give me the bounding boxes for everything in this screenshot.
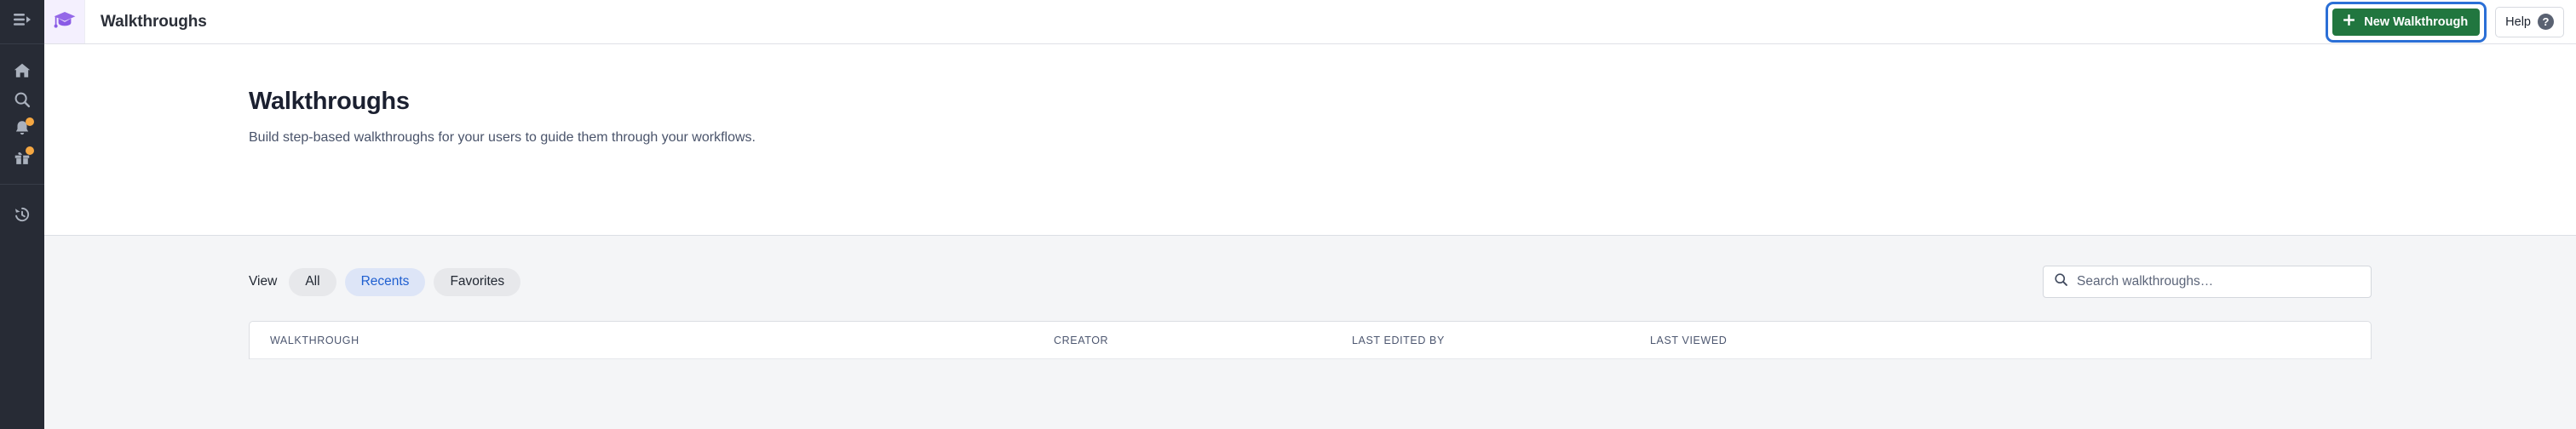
left-sidebar [0, 0, 44, 429]
topbar-title: Walkthroughs [101, 12, 207, 31]
view-label: View [249, 274, 278, 289]
top-bar: Walkthroughs New Walkthrough Help ? [44, 0, 2576, 44]
sidebar-item-search[interactable] [0, 85, 44, 114]
column-header-creator[interactable]: CREATOR [1054, 335, 1352, 346]
column-header-walkthrough[interactable]: WALKTHROUGH [270, 335, 1054, 346]
new-walkthrough-focus-ring: New Walkthrough [2326, 1, 2487, 43]
help-label: Help [2505, 14, 2531, 29]
page-title: Walkthroughs [249, 88, 410, 115]
main-content: Walkthroughs New Walkthrough Help ? Walk… [44, 0, 2576, 429]
search-icon [13, 90, 32, 109]
notification-badge-dot [26, 117, 34, 126]
search-icon [2054, 272, 2068, 291]
column-header-last-edited-by[interactable]: LAST EDITED BY [1352, 335, 1650, 346]
sidebar-item-history[interactable] [0, 200, 44, 229]
table-header-row: WALKTHROUGH CREATOR LAST EDITED BY LAST … [250, 322, 2371, 359]
filter-chip-all[interactable]: All [289, 267, 336, 296]
question-circle-icon: ? [2538, 14, 2554, 30]
home-icon [13, 61, 32, 80]
search-input[interactable] [2077, 274, 2360, 289]
menu-expand-icon [13, 12, 32, 31]
page-heading-section: Walkthroughs Build step-based walkthroug… [44, 44, 2576, 236]
list-toolbar: View All Recents Favorites [249, 266, 2372, 298]
topbar-actions: New Walkthrough Help ? [2326, 0, 2576, 43]
new-walkthrough-button[interactable]: New Walkthrough [2332, 8, 2481, 36]
sidebar-primary-group [0, 44, 44, 172]
filter-chip-recents[interactable]: Recents [344, 267, 426, 296]
sidebar-toggle-button[interactable] [0, 0, 44, 44]
page-subtitle: Build step-based walkthroughs for your u… [249, 129, 756, 145]
column-header-last-viewed[interactable]: LAST VIEWED [1650, 335, 2350, 346]
history-icon [13, 205, 32, 224]
walkthroughs-table: WALKTHROUGH CREATOR LAST EDITED BY LAST … [249, 321, 2372, 359]
app-root: Walkthroughs New Walkthrough Help ? Walk… [0, 0, 2576, 429]
whats-new-badge-dot [26, 146, 34, 155]
sidebar-item-notifications[interactable] [0, 114, 44, 143]
sidebar-item-whats-new[interactable] [0, 143, 44, 172]
new-walkthrough-label: New Walkthrough [2364, 14, 2469, 29]
filter-chip-favorites[interactable]: Favorites [434, 267, 521, 296]
page-body: View All Recents Favorites Search walkth… [44, 236, 2576, 429]
search-box[interactable] [2043, 266, 2372, 298]
sidebar-item-home[interactable] [0, 56, 44, 85]
product-logo-tile[interactable] [44, 0, 85, 43]
sidebar-secondary-group [0, 184, 44, 229]
help-button[interactable]: Help ? [2495, 6, 2564, 37]
graduation-cap-icon [53, 9, 77, 35]
plus-icon [2343, 14, 2355, 30]
